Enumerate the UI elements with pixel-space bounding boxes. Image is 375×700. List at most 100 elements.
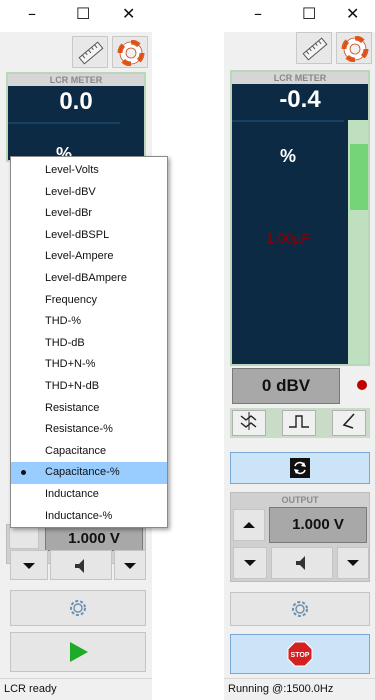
lifebuoy-icon — [341, 36, 369, 62]
speaker-icon — [296, 556, 305, 570]
pulse-icon — [289, 415, 309, 428]
stop-icon: STOP — [287, 641, 313, 667]
meter-unit: % — [279, 146, 296, 166]
status-bar: Running @:1500.0Hz — [224, 678, 375, 700]
svg-text:STOP: STOP — [291, 652, 310, 659]
dropdown-item[interactable]: Level-dBSPL — [11, 225, 167, 247]
close-button[interactable]: ✕ — [346, 4, 359, 23]
arrow-up-icon — [243, 522, 255, 528]
averaging-icon — [240, 412, 257, 430]
arrow-down-icon — [347, 560, 359, 566]
minimize-button[interactable]: – — [254, 4, 262, 23]
lifebuoy-icon — [117, 40, 145, 66]
dropdown-item[interactable]: THD-% — [11, 311, 167, 333]
dropdown-item-label: Capacitance-% — [45, 466, 120, 479]
output-value: 1.000 V — [269, 507, 367, 543]
probe-button[interactable] — [332, 410, 366, 436]
meter-value: 0.0 — [59, 88, 93, 115]
dropdown-item[interactable]: THD+N-dB — [11, 376, 167, 398]
dropdown-item-label: Frequency — [45, 293, 97, 306]
dropdown-item[interactable]: Level-Ampere — [11, 246, 167, 268]
lcr-meter-display: LCR METER -0.4 % 1.00µF — [230, 70, 370, 366]
cycle-icon — [290, 458, 310, 478]
dropdown-item-label: Inductance — [45, 487, 99, 500]
dropdown-item-label: THD-dB — [45, 336, 85, 349]
arrow-down-button[interactable] — [233, 547, 267, 579]
help-button[interactable] — [112, 36, 148, 68]
dropdown-item-label: Level-dBV — [45, 185, 96, 198]
output-title: OUTPUT — [281, 495, 319, 505]
run-button[interactable] — [10, 632, 146, 672]
arrow-down-button-2[interactable] — [114, 550, 146, 580]
stop-button[interactable]: STOP — [230, 634, 370, 674]
settings-button[interactable] — [230, 592, 370, 626]
dropdown-item[interactable]: Capacitance — [11, 441, 167, 463]
ruler-button[interactable] — [296, 32, 332, 64]
play-icon — [70, 642, 88, 662]
meter-title: LCR METER — [232, 72, 368, 84]
dropdown-item[interactable]: Level-dBr — [11, 203, 167, 225]
level-up-button[interactable] — [9, 527, 39, 549]
speaker-icon — [75, 559, 84, 573]
ruler-button[interactable] — [72, 36, 108, 68]
dropdown-item-label: Level-dBAmpere — [45, 271, 127, 284]
dropdown-item-label: Resistance — [45, 401, 100, 414]
averaging-button[interactable] — [232, 410, 266, 436]
title-bar: – ☐ ✕ — [0, 0, 152, 32]
arrow-down-button[interactable] — [10, 550, 48, 580]
minimize-button[interactable]: – — [28, 4, 36, 23]
mute-button[interactable] — [50, 550, 112, 580]
level-up-button[interactable] — [233, 509, 265, 541]
lcr-meter-display: LCR METER 0.0 % — [6, 72, 146, 164]
level-bar — [348, 120, 368, 364]
title-bar: – ☐ ✕ — [224, 0, 375, 32]
settings-button[interactable] — [10, 590, 146, 626]
dropdown-item-label: Level-dBSPL — [45, 228, 110, 241]
output-panel: OUTPUT 1.000 V — [230, 492, 370, 582]
measurement-mode-dropdown[interactable]: Level-Volts Level-dBV Level-dBr Level-dBSPL… — [10, 156, 168, 528]
maximize-button[interactable]: ☐ — [76, 4, 90, 23]
cycle-button[interactable] — [230, 452, 370, 484]
help-button[interactable] — [336, 32, 372, 64]
dropdown-item-label: THD+N-dB — [45, 379, 100, 392]
dropdown-item-label: Level-Volts — [45, 164, 99, 176]
arrow-down-icon — [23, 563, 35, 569]
close-button[interactable]: ✕ — [122, 4, 135, 23]
meter-title: LCR METER — [8, 74, 144, 86]
mode-icon-row — [230, 408, 370, 438]
pulse-button[interactable] — [282, 410, 316, 436]
dropdown-item[interactable]: Level-dBV — [11, 182, 167, 204]
level-bar-fill — [350, 144, 368, 211]
record-indicator — [357, 380, 367, 390]
dropdown-item-label: Level-Ampere — [45, 250, 114, 263]
right-app-window: – ☐ ✕ LCR METER -0.4 % 1.00µF 0 dBV OUTP… — [224, 0, 375, 700]
arrow-down-button-2[interactable] — [337, 547, 369, 579]
dropdown-item[interactable]: Level-dBAmpere — [11, 268, 167, 290]
dropdown-item-label: Resistance-% — [45, 423, 113, 436]
mute-button[interactable] — [271, 547, 333, 579]
dropdown-item[interactable]: THD-dB — [11, 333, 167, 355]
dropdown-item[interactable]: Inductance — [11, 484, 167, 506]
dropdown-item-label: THD+N-% — [45, 358, 96, 371]
selected-bullet-icon — [21, 470, 26, 476]
meter-value: -0.4 — [279, 86, 321, 113]
maximize-button[interactable]: ☐ — [302, 4, 316, 23]
ruler-icon — [302, 37, 328, 61]
dropdown-item[interactable]: Inductance-% — [11, 506, 167, 528]
ruler-icon — [78, 41, 104, 65]
output-value: 1.000 V — [45, 527, 143, 551]
capacitance-reading: 1.00µF — [266, 230, 310, 246]
status-bar: LCR ready — [0, 678, 152, 700]
arrow-down-icon — [244, 560, 256, 566]
dropdown-item[interactable]: Capacitance-% — [11, 462, 167, 484]
arrow-down-icon — [124, 563, 136, 569]
dropdown-item[interactable]: THD+N-% — [11, 354, 167, 376]
dropdown-item-label: Level-dBr — [45, 207, 93, 220]
probe-icon — [342, 413, 355, 429]
gear-icon — [70, 600, 86, 616]
dropdown-item[interactable]: Level-Volts — [11, 160, 167, 182]
range-display[interactable]: 0 dBV — [232, 368, 340, 404]
dropdown-item[interactable]: Frequency — [11, 290, 167, 312]
dropdown-item[interactable]: Resistance — [11, 398, 167, 420]
dropdown-item[interactable]: Resistance-% — [11, 419, 167, 441]
